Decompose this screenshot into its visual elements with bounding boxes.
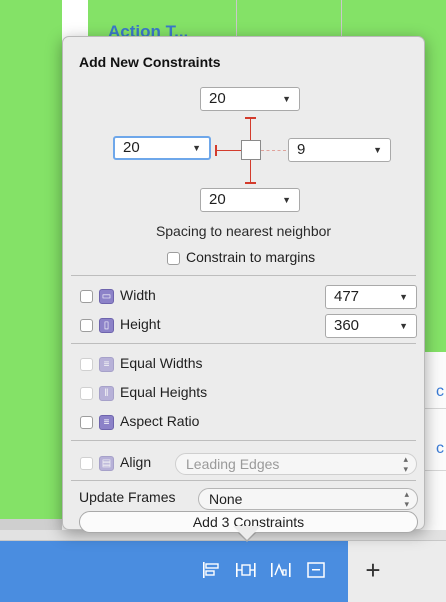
constrain-to-margins-label: Constrain to margins: [186, 249, 316, 265]
add-constraints-popover: Add New Constraints 20 ▼ 20 ▼ 9 ▼ 20 ▼ S…: [62, 36, 425, 533]
height-checkbox[interactable]: [80, 319, 93, 332]
separator: [71, 275, 416, 276]
resizing-behavior-icon[interactable]: [303, 561, 329, 581]
equal-heights-checkbox[interactable]: [80, 387, 93, 400]
chevron-down-icon[interactable]: ▼: [282, 189, 291, 211]
right-spacing-value: 9: [297, 141, 306, 158]
canvas-label-fragment: c: [436, 383, 444, 400]
update-frames-value: None: [209, 491, 243, 507]
align-edges-icon: ▤: [99, 456, 114, 471]
width-label: Width: [120, 287, 156, 303]
canvas-divider: [341, 0, 342, 40]
align-value: Leading Edges: [186, 456, 280, 472]
bottom-toolbar: +: [0, 540, 446, 602]
pin-icon[interactable]: [233, 561, 259, 581]
top-spacing-value: 20: [209, 90, 226, 107]
constrain-to-margins-checkbox[interactable]: [167, 252, 180, 265]
align-label: Align: [120, 454, 152, 470]
stepper-arrows-icon: ▴ ▾: [404, 489, 409, 509]
height-label: Height: [120, 316, 161, 332]
chevron-down-icon[interactable]: ▼: [192, 138, 201, 158]
canvas-view-left: [0, 0, 62, 540]
equal-widths-icon: ≡: [99, 357, 114, 372]
left-strut[interactable]: [216, 150, 241, 151]
separator: [71, 343, 416, 344]
spacing-caption: Spacing to nearest neighbor: [155, 223, 332, 239]
equal-widths-checkbox[interactable]: [80, 358, 93, 371]
chevron-down-icon[interactable]: ▼: [399, 315, 408, 337]
popover-arrow: [233, 526, 261, 540]
bottom-strut-cap: [245, 182, 256, 184]
bottom-spacing-value: 20: [209, 191, 226, 208]
right-spacing-field[interactable]: 9 ▼: [288, 138, 391, 162]
equal-heights-icon: ‖: [99, 386, 114, 401]
update-frames-select[interactable]: None ▴ ▾: [198, 488, 418, 510]
width-field[interactable]: 477 ▼: [325, 285, 417, 309]
canvas-divider: [236, 0, 237, 40]
resolve-issues-icon[interactable]: [268, 561, 294, 581]
update-frames-label: Update Frames: [79, 489, 176, 505]
height-icon: ▯: [99, 318, 114, 333]
top-spacing-field[interactable]: 20 ▼: [200, 87, 300, 111]
toolbar-highlight: [0, 541, 348, 602]
height-value: 360: [334, 317, 360, 334]
aspect-ratio-checkbox[interactable]: [80, 416, 93, 429]
equal-widths-label: Equal Widths: [120, 355, 203, 371]
separator: [71, 440, 416, 441]
chevron-down-icon[interactable]: ▼: [282, 88, 291, 110]
separator: [71, 480, 416, 481]
width-icon: ▭: [99, 289, 114, 304]
align-select[interactable]: Leading Edges ▴ ▾: [175, 453, 417, 475]
bottom-spacing-field[interactable]: 20 ▼: [200, 188, 300, 212]
stepper-arrows-icon: ▴ ▾: [403, 454, 408, 474]
chevron-down-icon[interactable]: ▼: [399, 286, 408, 308]
view-placeholder: [241, 140, 261, 160]
popover-title: Add New Constraints: [79, 54, 221, 70]
top-strut[interactable]: [250, 118, 251, 140]
right-strut[interactable]: [261, 150, 286, 151]
equal-heights-label: Equal Heights: [120, 384, 208, 400]
align-checkbox[interactable]: [80, 457, 93, 470]
left-spacing-field[interactable]: 20 ▼: [113, 136, 211, 160]
left-spacing-value: 20: [123, 139, 140, 156]
width-checkbox[interactable]: [80, 290, 93, 303]
bottom-strut[interactable]: [250, 160, 251, 183]
chevron-down-icon[interactable]: ▼: [373, 139, 382, 161]
align-icon[interactable]: [198, 561, 224, 581]
width-value: 477: [334, 288, 360, 305]
aspect-ratio-icon: ≡: [99, 415, 114, 430]
aspect-ratio-label: Aspect Ratio: [120, 413, 200, 429]
canvas-label-fragment: c: [436, 440, 444, 457]
height-field[interactable]: 360 ▼: [325, 314, 417, 338]
add-plus-button[interactable]: +: [358, 555, 388, 585]
